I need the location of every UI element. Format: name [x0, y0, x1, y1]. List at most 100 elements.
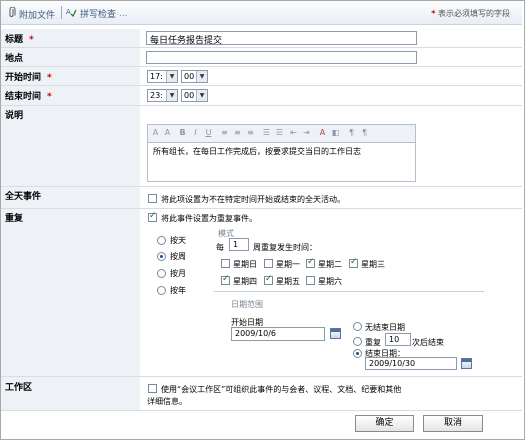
friday-checkbox[interactable]: [264, 274, 273, 285]
description-label-cell: 说明: [1, 106, 140, 186]
start-time-row: 开始时间 * 17: ▼ 00 ▼: [1, 67, 522, 86]
spell-check-button[interactable]: A 拼写检查 ...: [66, 7, 128, 20]
attach-file-button[interactable]: 附加文件: [8, 6, 56, 21]
attach-file-label: 附加文件: [19, 10, 56, 21]
required-note: * 表示必须填写的字段: [431, 8, 510, 19]
required-star: *: [47, 73, 52, 83]
workspace-text-line1: 使用“会议工作区”可组织此事件的与会者、议程、文档、纪要和其他: [161, 385, 402, 394]
start-minute-value: 00: [184, 72, 195, 81]
ok-button[interactable]: 确定: [355, 415, 414, 432]
freq-daily-label: 按天: [170, 236, 186, 245]
no-end-date-label: 无结束日期: [365, 323, 405, 332]
title-label: 标题 *: [5, 32, 34, 45]
range-divider: [214, 291, 484, 292]
underline-icon[interactable]: U: [203, 127, 214, 139]
monday-label: 星期一: [276, 260, 300, 269]
sunday-label: 星期日: [233, 260, 257, 269]
no-end-date-radio[interactable]: [353, 322, 362, 331]
location-row: 地点: [1, 48, 522, 67]
thursday-label: 星期四: [233, 277, 257, 286]
freq-weekly-label: 按周: [170, 252, 186, 261]
end-after-label: 重复: [365, 338, 381, 347]
spell-check-icon: A: [66, 7, 77, 20]
location-label: 地点: [5, 54, 24, 64]
background-color-icon[interactable]: ◧: [330, 127, 341, 139]
freq-yearly-label: 按年: [170, 286, 186, 295]
freq-yearly-radio[interactable]: [157, 286, 166, 295]
recurrence-checkbox[interactable]: [148, 211, 157, 222]
tuesday-label: 星期二: [318, 260, 342, 269]
end-date-input[interactable]: 2009/10/30: [365, 357, 457, 370]
monday-checkbox[interactable]: [264, 259, 273, 268]
title-label-text: 标题: [5, 35, 24, 45]
end-hour-select[interactable]: 23: ▼: [147, 89, 178, 102]
freq-monthly-radio[interactable]: [157, 269, 166, 278]
required-star: *: [431, 9, 436, 18]
numbered-list-icon[interactable]: ☰: [261, 127, 272, 139]
every-label: 每: [216, 243, 224, 252]
start-time-label-text: 开始时间: [5, 73, 42, 83]
workspace-label: 工作区: [5, 383, 33, 393]
ltr-icon[interactable]: ¶: [346, 127, 357, 139]
location-input[interactable]: [146, 51, 417, 64]
outdent-icon[interactable]: ⇤: [288, 127, 299, 139]
freq-daily-radio[interactable]: [157, 236, 166, 245]
recurrence-row: 重复 将此事件设置为重复事件。: [1, 209, 522, 377]
required-note-text: 表示必须填写的字段: [438, 9, 510, 18]
location-label-cell: 地点: [1, 48, 140, 66]
font-size-down-icon[interactable]: A: [150, 127, 161, 139]
chevron-down-icon: ▼: [166, 90, 177, 101]
bold-icon[interactable]: B: [177, 127, 188, 139]
freq-weekly-radio[interactable]: [157, 252, 166, 261]
svg-text:A: A: [66, 8, 71, 16]
text-color-icon[interactable]: A: [317, 127, 328, 139]
occurrences-input[interactable]: 10: [385, 333, 411, 346]
description-label: 说明: [5, 111, 24, 121]
workspace-label-cell: 工作区: [1, 377, 140, 410]
allday-checkbox[interactable]: [148, 194, 157, 203]
title-input[interactable]: 每日任务报告提交: [146, 31, 417, 46]
range-legend: 日期范围: [231, 300, 263, 309]
bullet-list-icon[interactable]: ☰: [274, 127, 285, 139]
friday-label: 星期五: [276, 277, 300, 286]
indent-icon[interactable]: ⇥: [301, 127, 312, 139]
rtl-icon[interactable]: ¶: [359, 127, 370, 139]
align-right-icon[interactable]: ≡: [245, 127, 256, 139]
end-by-radio[interactable]: [353, 349, 362, 358]
thursday-checkbox[interactable]: [221, 274, 230, 285]
calendar-icon[interactable]: [330, 328, 341, 339]
start-hour-value: 17:: [150, 72, 163, 81]
chevron-down-icon: ▼: [196, 90, 207, 101]
align-left-icon[interactable]: ≡: [219, 127, 230, 139]
end-hour-value: 23:: [150, 91, 163, 100]
workspace-text-line2: 详细信息。: [147, 397, 187, 406]
end-after-radio[interactable]: [353, 337, 362, 346]
font-size-up-icon[interactable]: A: [162, 127, 173, 139]
align-center-icon[interactable]: ≡: [232, 127, 243, 139]
start-hour-select[interactable]: 17: ▼: [147, 70, 178, 83]
rich-text-toolbar: A A B I U ≡ ≡ ≡ ☰ ☰ ⇤ ⇥ A ◧ ¶ ¶: [147, 124, 416, 142]
end-label-cell: 结束时间 *: [1, 86, 140, 105]
tuesday-checkbox[interactable]: [306, 257, 315, 268]
toolbar: 附加文件 A 拼写检查 ... * 表示必须填写的字段: [1, 1, 522, 25]
start-date-input[interactable]: 2009/10/6: [231, 327, 325, 341]
sunday-checkbox[interactable]: [221, 259, 230, 268]
description-editor[interactable]: 所有组长，在每日工作完成后，按要求提交当日的工作日志: [147, 142, 416, 182]
every-suffix: 周重复发生时间：: [253, 243, 317, 252]
saturday-checkbox[interactable]: [306, 276, 315, 285]
cancel-button[interactable]: 取消: [423, 415, 483, 432]
chevron-down-icon: ▼: [196, 71, 207, 82]
paperclip-icon: [8, 6, 16, 21]
end-minute-select[interactable]: 00 ▼: [181, 89, 208, 102]
allday-row: 全天事件 将此项设置为不在特定时间开始或结束的全天活动。: [1, 187, 522, 209]
start-minute-select[interactable]: 00 ▼: [181, 70, 208, 83]
wednesday-checkbox[interactable]: [349, 257, 358, 268]
wednesday-label: 星期三: [361, 260, 385, 269]
italic-icon[interactable]: I: [190, 127, 201, 139]
allday-label: 全天事件: [5, 192, 42, 202]
every-weeks-input[interactable]: 1: [229, 238, 249, 251]
chevron-down-icon: ▼: [166, 71, 177, 82]
calendar-icon[interactable]: [461, 358, 472, 369]
title-label-cell: 标题 *: [1, 29, 140, 47]
workspace-checkbox[interactable]: [148, 384, 157, 393]
